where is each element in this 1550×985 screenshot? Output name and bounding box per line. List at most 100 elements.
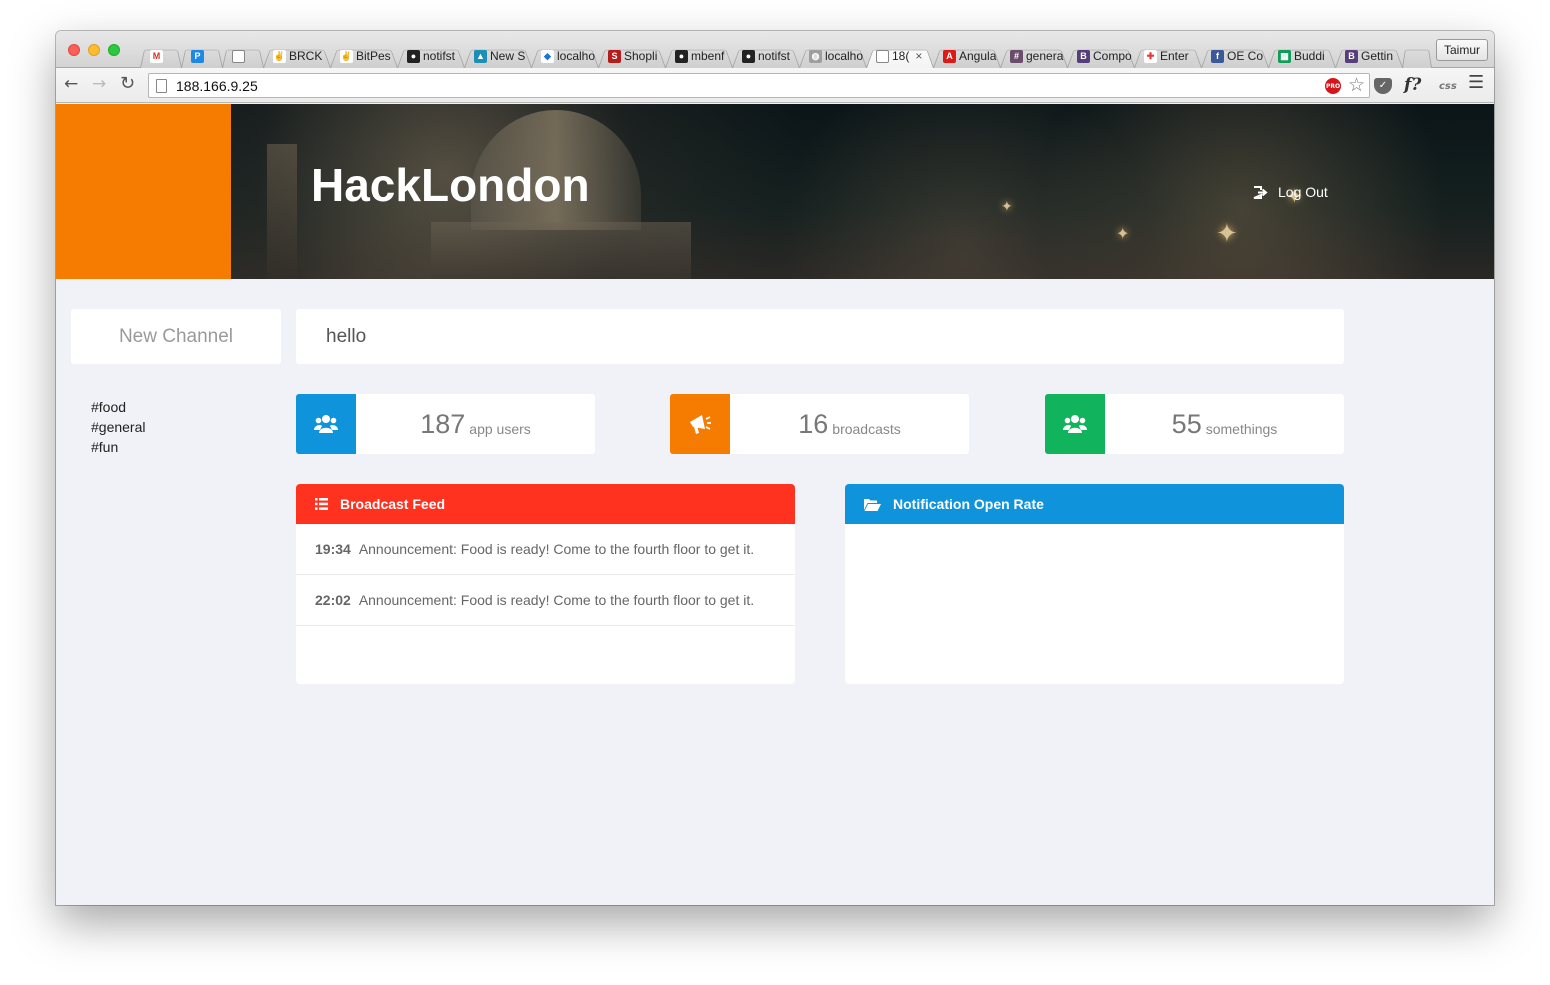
browser-tab[interactable]: M — [140, 44, 182, 68]
css-viewer-icon[interactable]: css — [1439, 77, 1457, 97]
browser-tab[interactable]: ✚ Enter — [1134, 44, 1202, 68]
browser-tab[interactable]: ✌ BitPes — [330, 44, 398, 68]
peace-hand-icon: ✌ — [340, 49, 353, 63]
london-skyline-banner: ✦ ✦ ✦ ✦ HackLondon Log Out — [231, 104, 1494, 279]
megaphone-icon — [670, 394, 730, 454]
back-button[interactable]: ← — [64, 74, 78, 94]
forward-button[interactable]: → — [92, 74, 106, 94]
blank-page-icon — [232, 49, 245, 63]
folder-open-icon — [864, 498, 881, 511]
chrome-menu-icon[interactable]: ☰ — [1468, 73, 1484, 93]
hash-icon: # — [1010, 49, 1023, 63]
stat-label: broadcasts — [832, 421, 901, 437]
broadcast-feed-title: Broadcast Feed — [340, 496, 446, 512]
light-flare-icon: ✦ — [1001, 199, 1013, 215]
browser-tab-label: notifst — [423, 49, 456, 63]
browser-tab[interactable]: f OE Co — [1201, 44, 1269, 68]
profile-button[interactable]: Taimur — [1435, 39, 1488, 61]
stat-text: 16 broadcasts — [730, 394, 969, 454]
broadcast-message-input[interactable] — [296, 309, 1344, 364]
stat-value: 187 — [420, 408, 466, 439]
browser-tab-label: localho — [557, 49, 596, 63]
cathedral-silhouette — [431, 222, 691, 279]
stat-card: 187 app users — [296, 394, 595, 454]
browser-tab-label: Compo — [1093, 49, 1132, 63]
zoom-window-button[interactable] — [108, 44, 120, 56]
whatfont-icon[interactable]: f? — [1404, 75, 1421, 95]
browser-tab[interactable]: ▲ New S — [464, 44, 532, 68]
channel-item[interactable]: #general — [91, 417, 146, 437]
logout-label[interactable]: Log Out — [1278, 184, 1328, 200]
browser-tab-label: BitPes — [356, 49, 391, 63]
stat-label: somethings — [1205, 421, 1278, 437]
browser-tab-label: mbenf — [691, 49, 725, 63]
feed-item-text: Announcement: Food is ready! Come to the… — [358, 592, 755, 608]
browser-tabs: M P ✌ BRCK ✌ BitPes ● notifst ▲ New S ◆ localho S Sho… — [140, 44, 1431, 68]
browser-tab-label: Gettin — [1361, 49, 1394, 63]
light-flare-icon: ✦ — [1216, 219, 1238, 249]
browser-tab-active[interactable]: 18(× — [866, 44, 934, 68]
browser-tab[interactable] — [222, 44, 264, 68]
browser-tab[interactable]: B Gettin — [1335, 44, 1403, 68]
open-rate-title: Notification Open Rate — [893, 496, 1044, 512]
reload-button[interactable]: ↻ — [120, 74, 135, 94]
tab-close-icon[interactable]: × — [915, 49, 922, 63]
browser-tab[interactable]: ● mbenf — [665, 44, 733, 68]
browser-tab[interactable]: ▦ Buddi — [1268, 44, 1336, 68]
browser-tab[interactable]: ● notifst — [732, 44, 800, 68]
browser-tab-label: OE Co — [1227, 49, 1264, 63]
stat-value: 55 — [1171, 408, 1202, 439]
logout-link[interactable]: Log Out — [1253, 184, 1328, 200]
feed-item-text: Announcement: Food is ready! Come to the… — [358, 541, 755, 557]
new-channel-button[interactable]: New Channel — [71, 309, 281, 364]
pocket-icon[interactable]: ✓ — [1374, 78, 1392, 94]
browser-tab[interactable]: S Shopli — [598, 44, 666, 68]
broadcast-feed-list: 19:34 Announcement: Food is ready! Come t… — [296, 524, 795, 626]
close-window-button[interactable] — [68, 44, 80, 56]
browser-tab-label: localho — [825, 49, 864, 63]
browser-tab[interactable]: ◆ localho — [531, 44, 599, 68]
stat-card: 55 somethings — [1045, 394, 1344, 454]
feed-item: 19:34 Announcement: Food is ready! Come t… — [296, 524, 795, 575]
browser-tab-label: Buddi — [1294, 49, 1325, 63]
browser-tab-label: genera — [1026, 49, 1064, 63]
broadcast-feed-panel: Broadcast Feed 19:34 Announcement: Food i… — [296, 484, 795, 684]
new-tab-button[interactable] — [1402, 44, 1432, 68]
logout-icon — [1253, 185, 1268, 199]
clock-tower-silhouette — [267, 144, 297, 279]
app-title: HackLondon — [311, 159, 590, 211]
facebook-icon: f — [1211, 49, 1224, 63]
channel-item[interactable]: #food — [91, 397, 146, 417]
bootstrap-icon: B — [1077, 49, 1090, 63]
browser-tab[interactable]: A Angula — [933, 44, 1001, 68]
peace-hand-icon: ✌ — [273, 49, 286, 63]
browser-tab[interactable]: ✌ BRCK — [263, 44, 331, 68]
url-text[interactable]: 188.166.9.25 — [176, 78, 258, 94]
hero-header: ✦ ✦ ✦ ✦ HackLondon Log Out — [56, 104, 1494, 279]
minimize-window-button[interactable] — [88, 44, 100, 56]
stat-card: 16 broadcasts — [670, 394, 969, 454]
feed-item-time: 22:02 — [315, 592, 351, 608]
browser-tab[interactable]: P — [181, 44, 223, 68]
globe-icon: ◍ — [809, 49, 822, 63]
open-rate-header: Notification Open Rate — [845, 484, 1344, 524]
address-bar[interactable]: 188.166.9.25 PRO ☆ — [148, 73, 1370, 98]
channel-item[interactable]: #fun — [91, 437, 146, 457]
p-circle-icon: P — [191, 49, 204, 63]
sail-icon: ▲ — [474, 49, 487, 63]
github-icon: ● — [407, 49, 420, 63]
stat-label: app users — [469, 421, 531, 437]
adblock-pro-icon[interactable]: PRO — [1325, 78, 1341, 94]
browser-tab-label: New S — [490, 49, 526, 63]
bookmark-star-icon[interactable]: ☆ — [1348, 74, 1365, 96]
stat-text: 55 somethings — [1105, 394, 1344, 454]
light-flare-icon: ✦ — [1116, 224, 1130, 243]
page-content: ✦ ✦ ✦ ✦ HackLondon Log Out New Channel h… — [56, 104, 1494, 905]
browser-tab-label: Enter — [1160, 49, 1189, 63]
browser-tab[interactable]: B Compo — [1067, 44, 1135, 68]
sheets-icon: ▦ — [1278, 49, 1291, 63]
browser-tab[interactable]: # genera — [1000, 44, 1068, 68]
users-icon — [296, 394, 356, 454]
browser-tab[interactable]: ● notifst — [397, 44, 465, 68]
browser-tab[interactable]: ◍ localho — [799, 44, 867, 68]
